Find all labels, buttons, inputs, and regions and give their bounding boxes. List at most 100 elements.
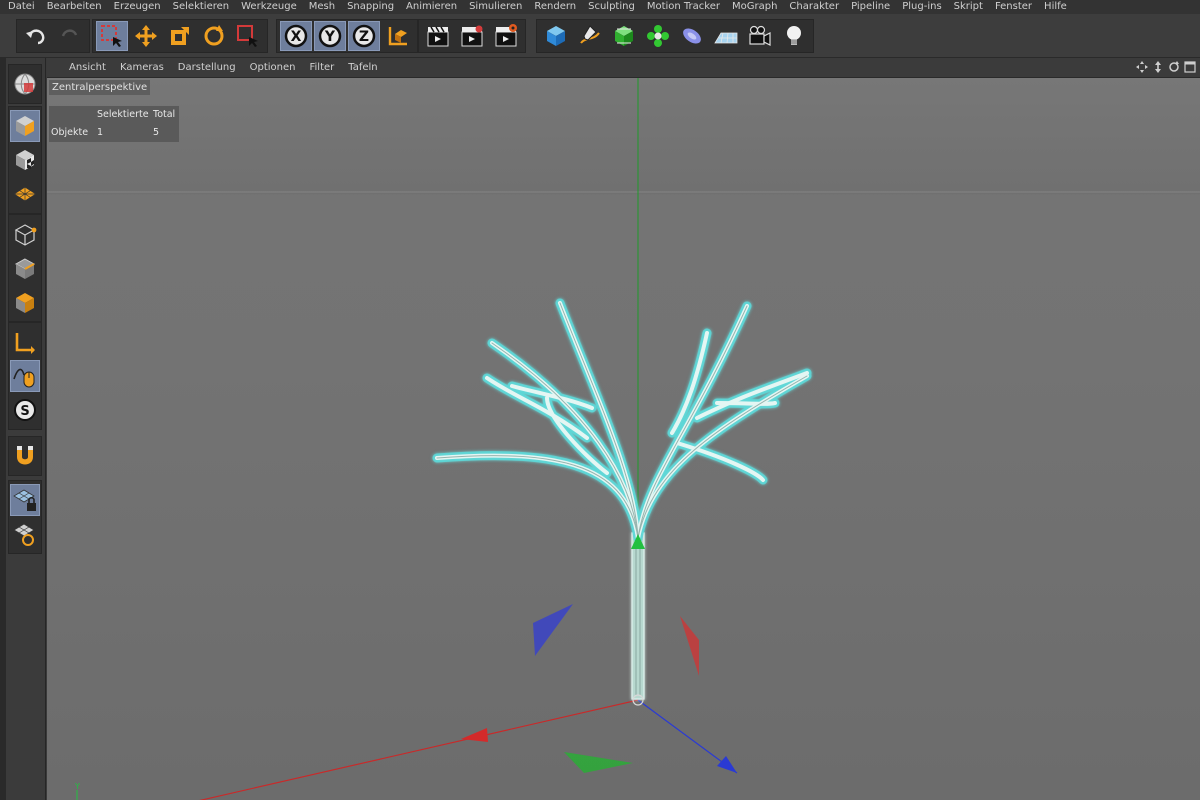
coordinate-system-button[interactable]	[382, 21, 414, 51]
render-picture-viewer-button[interactable]	[456, 21, 488, 51]
subdivision-icon	[615, 26, 633, 46]
z-axis-button[interactable]: Z	[348, 21, 380, 51]
rotate-tool-button[interactable]	[198, 21, 230, 51]
edges-mode-button[interactable]	[10, 252, 40, 284]
viewport-menu-tafeln[interactable]: Tafeln	[348, 62, 377, 73]
menu-selektieren[interactable]: Selektieren	[173, 0, 229, 14]
clapper-viewer-icon	[461, 25, 483, 47]
array-object-button[interactable]	[642, 21, 674, 51]
zoom-view-button[interactable]	[1152, 60, 1164, 74]
rotate-view-button[interactable]	[1168, 60, 1180, 74]
editor-mode-group	[8, 64, 42, 104]
x-axis-icon: X	[284, 24, 308, 48]
viewport-menu-kameras[interactable]: Kameras	[120, 62, 164, 73]
pen-icon	[580, 25, 600, 44]
y-axis-button[interactable]: Y	[314, 21, 346, 51]
y-axis-icon: Y	[318, 24, 342, 48]
viewport-menu-darstellung[interactable]: Darstellung	[178, 62, 236, 73]
stats-header-selected: Selektierte	[97, 109, 149, 120]
menu-animieren[interactable]: Animieren	[406, 0, 457, 14]
move-tool-button[interactable]	[130, 21, 162, 51]
light-button[interactable]	[778, 21, 810, 51]
render-view-button[interactable]	[422, 21, 454, 51]
rectangle-selection-icon	[237, 25, 258, 47]
menu-datei[interactable]: Datei	[8, 0, 35, 14]
menu-charakter[interactable]: Charakter	[789, 0, 839, 14]
menu-rendern[interactable]: Rendern	[534, 0, 576, 14]
menu-motion-tracker[interactable]: Motion Tracker	[647, 0, 720, 14]
last-tool-button[interactable]	[232, 21, 264, 51]
viewport-menu-ansicht[interactable]: Ansicht	[69, 62, 106, 73]
coordinate-system-icon	[388, 27, 407, 46]
menu-werkzeuge[interactable]: Werkzeuge	[241, 0, 297, 14]
menu-skript[interactable]: Skript	[954, 0, 983, 14]
planar-workplane-button[interactable]	[10, 518, 40, 550]
z-axis-arrow-icon[interactable]	[717, 756, 737, 773]
globe-cube-icon	[14, 73, 36, 95]
camera-button[interactable]	[744, 21, 776, 51]
viewport-navigation	[1136, 60, 1196, 74]
points-mode-button[interactable]	[10, 218, 40, 250]
toggle-view-button[interactable]	[1184, 60, 1196, 74]
solo-button[interactable]: S	[10, 394, 40, 426]
lock-workplane-button[interactable]	[10, 484, 40, 516]
enable-axis-button[interactable]	[10, 326, 40, 358]
model-modes-group	[8, 106, 42, 214]
axis-corner-icon	[15, 333, 35, 354]
menu-fenster[interactable]: Fenster	[995, 0, 1032, 14]
cube-object-button[interactable]	[540, 21, 572, 51]
menu-simulieren[interactable]: Simulieren	[469, 0, 522, 14]
menu-pipeline[interactable]: Pipeline	[851, 0, 890, 14]
tree-trunk[interactable]	[631, 532, 645, 700]
x-axis-button[interactable]: X	[280, 21, 312, 51]
viewport-menu-optionen[interactable]: Optionen	[250, 62, 296, 73]
branch-left-b	[432, 451, 643, 543]
scale-tool-button[interactable]	[164, 21, 196, 51]
model-mode-button[interactable]	[10, 110, 40, 142]
subdivision-surface-button[interactable]	[608, 21, 640, 51]
3d-viewport[interactable]: Y Zentralperspektive Selektierte Total O…	[47, 78, 1200, 800]
menu-bearbeiten[interactable]: Bearbeiten	[47, 0, 102, 14]
menu-mesh[interactable]: Mesh	[309, 0, 335, 14]
tree-object-selected[interactable]	[432, 298, 812, 700]
viewport-scene: Y	[47, 78, 1200, 800]
clapper-icon	[427, 26, 449, 47]
camera-label[interactable]: Zentralperspektive	[49, 80, 151, 95]
tree-branches[interactable]	[432, 298, 812, 543]
floor-button[interactable]	[710, 21, 742, 51]
make-editable-button[interactable]	[10, 68, 40, 100]
z-axis-icon: Z	[352, 24, 376, 48]
deformer-button[interactable]	[676, 21, 708, 51]
selection-icon	[101, 25, 122, 47]
y-axis-letter: Y	[324, 29, 336, 45]
pen-spline-button[interactable]	[574, 21, 606, 51]
menu-erzeugen[interactable]: Erzeugen	[114, 0, 161, 14]
left-edge-strip	[0, 58, 6, 800]
texture-mode-button[interactable]	[10, 144, 40, 176]
workplane-mode-button[interactable]	[10, 178, 40, 210]
x-axis-handle-line[interactable]	[167, 699, 639, 800]
snap-group	[8, 436, 42, 476]
menu-mograph[interactable]: MoGraph	[732, 0, 777, 14]
snapping-button[interactable]	[10, 440, 40, 472]
move-icon	[135, 25, 157, 47]
redo-button[interactable]	[54, 21, 86, 51]
tweak-mode-button[interactable]	[10, 360, 40, 392]
menu-plug-ins[interactable]: Plug-ins	[902, 0, 941, 14]
undo-button[interactable]	[20, 21, 52, 51]
svg-text:S: S	[20, 404, 29, 419]
menu-sculpting[interactable]: Sculpting	[588, 0, 635, 14]
camera-icon	[749, 25, 771, 46]
component-modes-group	[8, 214, 42, 322]
create-objects-group	[536, 19, 814, 53]
viewport-menu-filter[interactable]: Filter	[309, 62, 334, 73]
polygons-mode-button[interactable]	[10, 286, 40, 318]
menu-snapping[interactable]: Snapping	[347, 0, 394, 14]
render-settings-button[interactable]	[490, 21, 522, 51]
rotation-band-red	[680, 616, 699, 676]
z-axis-letter: Z	[359, 29, 369, 45]
live-selection-button[interactable]	[96, 21, 128, 51]
left-toolbar: S	[0, 58, 46, 800]
menu-hilfe[interactable]: Hilfe	[1044, 0, 1067, 14]
pan-view-button[interactable]	[1136, 60, 1148, 74]
